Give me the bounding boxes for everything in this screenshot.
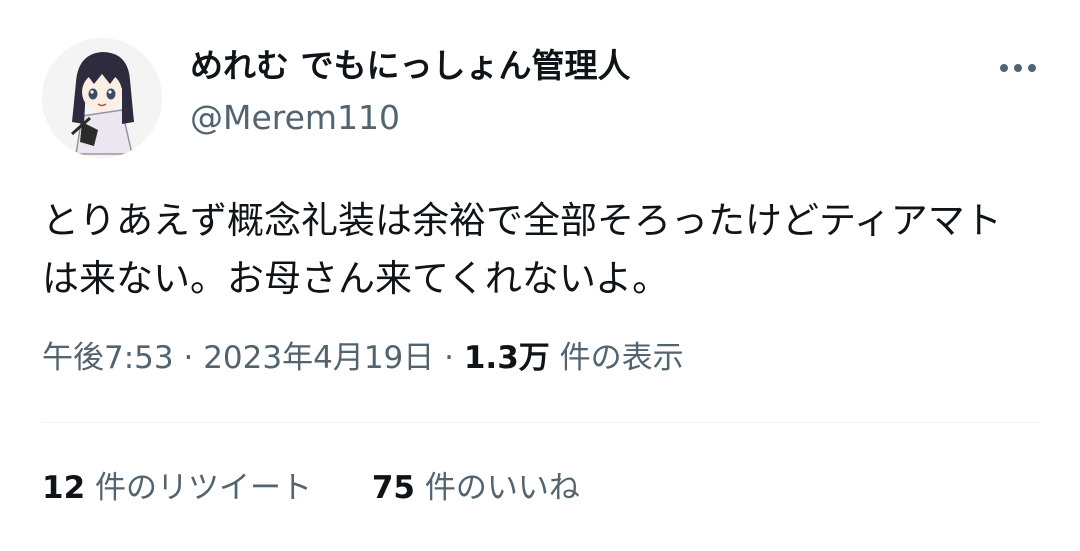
- likes-label: 件のいいね: [424, 470, 580, 506]
- tweet-stats: 12 件のリツイート 75 件のいいね: [42, 466, 580, 510]
- meta-separator: ·: [444, 340, 454, 376]
- more-horizontal-icon: [1000, 64, 1036, 72]
- tweet-meta: 午後7:53 · 2023年4月19日 · 1.3万 件の表示: [42, 336, 684, 380]
- more-options-button[interactable]: [994, 50, 1042, 86]
- views-label: 件の表示: [559, 340, 684, 376]
- avatar[interactable]: [42, 38, 162, 158]
- retweets-stat[interactable]: 12 件のリツイート: [42, 466, 312, 510]
- meta-separator: ·: [183, 340, 194, 376]
- author-handle[interactable]: @Merem110: [190, 96, 400, 140]
- views-count: 1.3万: [463, 340, 550, 376]
- retweets-label: 件のリツイート: [95, 470, 312, 506]
- tweet-text: とりあえず概念礼装は余裕で全部そろったけどティアマトは来ない。お母さん来てくれな…: [42, 199, 1002, 300]
- retweets-count: 12: [42, 470, 86, 506]
- tweet-time[interactable]: 午後7:53: [42, 340, 174, 376]
- likes-count: 75: [371, 470, 415, 506]
- divider: [42, 422, 1040, 423]
- tweet-date[interactable]: 2023年4月19日: [203, 340, 434, 376]
- author-display-name[interactable]: めれむ でもにっしょん管理人: [190, 44, 631, 88]
- likes-stat[interactable]: 75 件のいいね: [372, 466, 580, 510]
- avatar-image: [42, 38, 162, 158]
